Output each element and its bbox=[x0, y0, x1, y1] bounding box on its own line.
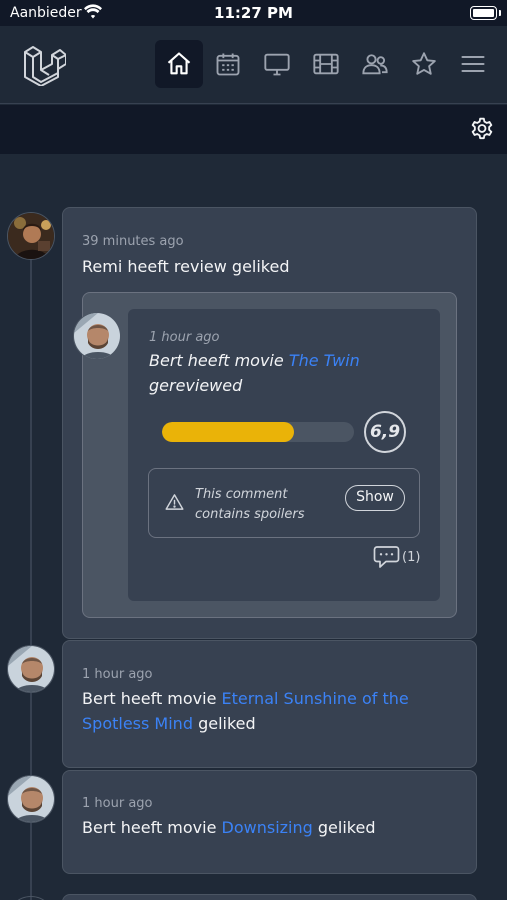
rating-bar bbox=[162, 422, 354, 442]
film-icon bbox=[313, 53, 339, 75]
nav-favorites[interactable] bbox=[400, 40, 448, 88]
review-time: 1 hour ago bbox=[149, 330, 220, 345]
movie-link[interactable]: The Twin bbox=[289, 351, 360, 370]
tv-icon bbox=[264, 53, 290, 76]
comments-button[interactable]: (1) bbox=[373, 545, 420, 570]
nav-friends[interactable] bbox=[351, 40, 399, 88]
review-suffix: gereviewed bbox=[149, 376, 243, 395]
toolbar bbox=[0, 105, 507, 154]
feed-user[interactable]: Remi bbox=[82, 257, 122, 276]
feed-time: 1 hour ago bbox=[82, 667, 153, 682]
feed-card bbox=[62, 894, 477, 900]
warning-icon bbox=[165, 494, 184, 510]
top-navigation bbox=[0, 26, 507, 104]
feed-text: Bert heeft movie Downsizing geliked bbox=[82, 815, 375, 840]
avatar[interactable] bbox=[73, 312, 121, 360]
avatar[interactable] bbox=[7, 775, 55, 823]
avatar[interactable] bbox=[7, 896, 55, 900]
spoiler-warning: This comment contains spoilers Show bbox=[148, 468, 420, 538]
feed-time: 39 minutes ago bbox=[82, 234, 184, 249]
avatar[interactable] bbox=[7, 212, 55, 260]
nav-home[interactable] bbox=[155, 40, 203, 88]
feed-prefix: heeft movie bbox=[120, 689, 217, 708]
battery-icon bbox=[470, 6, 497, 20]
comment-count: (1) bbox=[402, 550, 421, 565]
spoiler-text: This comment contains spoilers bbox=[195, 487, 305, 522]
feed-time: 1 hour ago bbox=[82, 796, 153, 811]
feed-prefix: heeft movie bbox=[120, 818, 217, 837]
menu-icon bbox=[461, 55, 485, 73]
feed-suffix: geliked bbox=[198, 714, 256, 733]
review-user[interactable]: Bert bbox=[149, 351, 183, 370]
star-icon bbox=[412, 52, 436, 75]
feed-action: heeft review geliked bbox=[127, 257, 290, 276]
review-prefix: heeft movie bbox=[187, 351, 284, 370]
feed-user[interactable]: Bert bbox=[82, 689, 116, 708]
nav-movies[interactable] bbox=[302, 40, 350, 88]
users-icon bbox=[362, 54, 388, 75]
feed-card: 1 hour ago Bert heeft movie Downsizing g… bbox=[62, 770, 477, 874]
feed-user[interactable]: Bert bbox=[82, 818, 116, 837]
status-time: 11:27 PM bbox=[214, 4, 293, 22]
feed-text: Remi heeft review geliked bbox=[82, 254, 290, 279]
show-spoiler-button[interactable]: Show bbox=[345, 485, 405, 511]
review-text: Bert heeft movie The Twin gereviewed bbox=[149, 348, 409, 398]
status-bar: Aanbieder 11:27 PM bbox=[0, 0, 507, 26]
nav-tv[interactable] bbox=[253, 40, 301, 88]
nav-calendar[interactable] bbox=[204, 40, 252, 88]
movie-link[interactable]: Downsizing bbox=[222, 818, 313, 837]
comment-icon bbox=[373, 546, 400, 568]
rating-score: 6,9 bbox=[364, 411, 406, 453]
feed-suffix: geliked bbox=[317, 818, 376, 837]
nav-menu[interactable] bbox=[449, 40, 497, 88]
rating-bar-fill bbox=[162, 422, 295, 442]
home-icon bbox=[167, 52, 191, 75]
laravel-logo[interactable] bbox=[22, 44, 66, 86]
feed-text: Bert heeft movie Eternal Sunshine of the… bbox=[82, 686, 412, 736]
feed-card: 1 hour ago Bert heeft movie Eternal Suns… bbox=[62, 640, 477, 768]
gear-icon[interactable] bbox=[469, 116, 495, 142]
battery-cap bbox=[499, 10, 501, 16]
avatar[interactable] bbox=[7, 645, 55, 693]
calendar-icon bbox=[216, 53, 240, 76]
